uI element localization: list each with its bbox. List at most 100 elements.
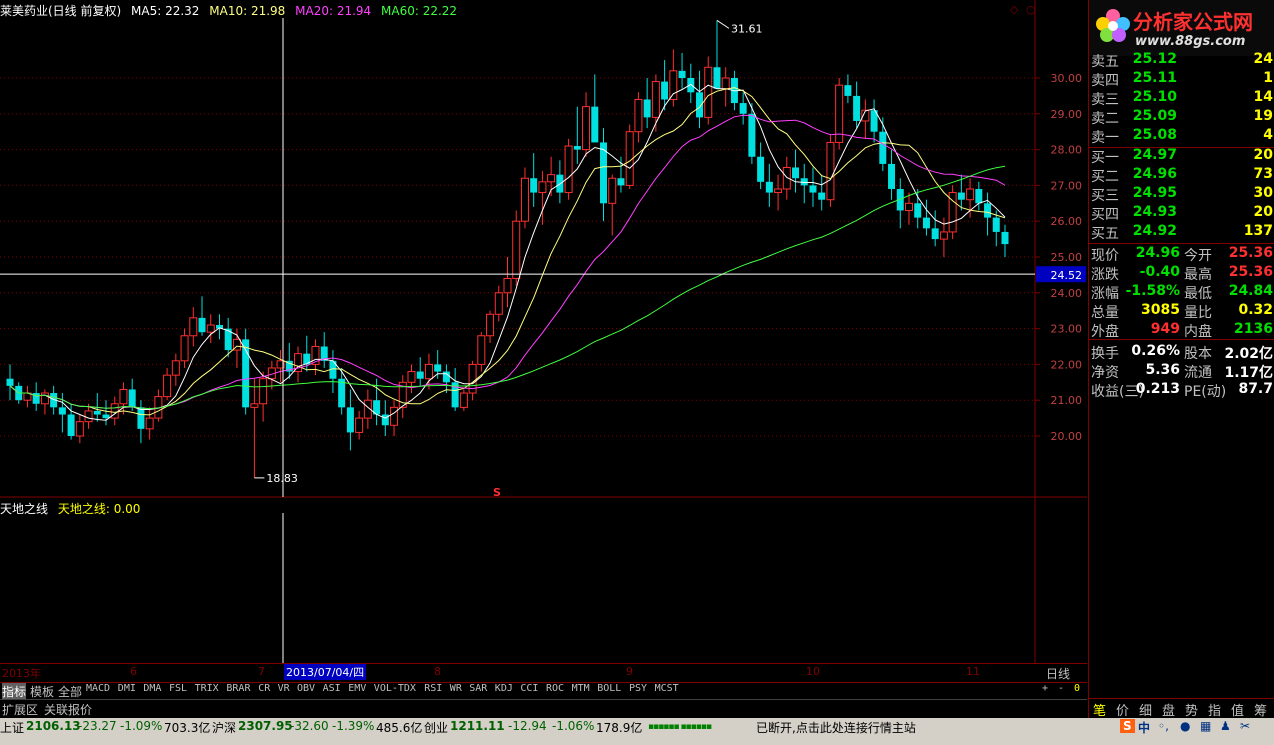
kline-chart-area[interactable]: 30.00 29.00 28.00 27.00 26.00 25.00 24.00 23.00…	[0, 0, 1087, 682]
indicator-tab-mcst[interactable]: MCST	[655, 683, 679, 694]
book-price: 24.93	[1132, 204, 1177, 220]
book-label: 买一	[1091, 150, 1119, 166]
candle-body	[888, 163, 896, 189]
sell-row[interactable]: 卖一 25.08 4	[1089, 126, 1274, 146]
period-label[interactable]: 日线	[1046, 665, 1070, 682]
candle-body	[809, 185, 817, 193]
tab-zero-button[interactable]: 0	[1074, 683, 1080, 694]
quote-row: 总量 3085 量比 0.32	[1089, 301, 1274, 321]
indicator-tab-dmi[interactable]: DMI	[118, 683, 136, 694]
indicator-tab-obv[interactable]: OBV	[297, 683, 315, 694]
sell-row[interactable]: 卖二 25.09 19	[1089, 107, 1274, 127]
ma20-value: MA20: 21.94	[295, 4, 372, 18]
indicator-tab-vol-tdx[interactable]: VOL-TDX	[374, 683, 416, 694]
sell-row[interactable]: 卖三 25.10 14	[1089, 88, 1274, 108]
site-logo: 分析家公式网 www.88gs.com	[1089, 0, 1274, 56]
indicator-tab-dma[interactable]: DMA	[143, 683, 161, 694]
ime-s-icon[interactable]: S	[1120, 719, 1135, 733]
indicator-tab-指标[interactable]: 指标	[2, 683, 27, 700]
ime-tools-icon[interactable]: ✂	[1240, 719, 1250, 733]
indicator-tab-rsi[interactable]: RSI	[424, 683, 442, 694]
restore-icon[interactable]: ◇	[1010, 3, 1018, 16]
side-tab-5[interactable]: 指	[1208, 700, 1221, 719]
side-tab-4[interactable]: 势	[1185, 700, 1198, 719]
indicator-tab-sar[interactable]: SAR	[469, 683, 487, 694]
connection-status[interactable]: 已断开,点击此处连接行情主站	[756, 719, 916, 736]
indicator-tab-boll[interactable]: BOLL	[597, 683, 621, 694]
side-tab-3[interactable]: 盘	[1162, 700, 1175, 719]
sell-row[interactable]: 卖四 25.11 1	[1089, 69, 1274, 89]
tab-plus-button[interactable]: +	[1042, 683, 1048, 694]
indicator-tab-fsl[interactable]: FSL	[169, 683, 187, 694]
indicator-tab-kdj[interactable]: KDJ	[495, 683, 513, 694]
buy-row[interactable]: 买一 24.97 20	[1089, 146, 1274, 166]
indicator-tab-cr[interactable]: CR	[258, 683, 270, 694]
ime-punct-icon[interactable]: ◦,	[1158, 719, 1169, 733]
indicator-tab-brar[interactable]: BRAR	[226, 683, 250, 694]
indicator-tab-模板[interactable]: 模板	[30, 683, 54, 700]
quote-label-2: 最低	[1184, 286, 1212, 302]
ime-mic-icon[interactable]: ●	[1180, 719, 1190, 733]
candle-body	[678, 70, 686, 78]
book-label: 卖一	[1091, 130, 1119, 146]
candle-body	[957, 192, 965, 200]
finance-value: 0.213	[1135, 381, 1180, 397]
price-axis-label: 26.00	[1051, 215, 1083, 228]
ime-user-icon[interactable]: ♟	[1220, 719, 1231, 733]
quote-label: 涨跌	[1091, 267, 1119, 283]
candle-body	[58, 407, 66, 415]
sh-index-change: -23.27	[78, 719, 117, 733]
book-label: 卖二	[1091, 111, 1119, 127]
buy-row[interactable]: 买二 24.96 73	[1089, 165, 1274, 185]
indicator-tab-全部[interactable]: 全部	[58, 683, 82, 700]
candle-body	[984, 203, 992, 218]
side-tab-2[interactable]: 细	[1139, 700, 1152, 719]
candle-body	[189, 317, 198, 337]
date-label-9: 9	[626, 665, 633, 678]
candle-body	[206, 324, 215, 333]
related-quote-tab[interactable]: 关联报价	[44, 701, 92, 718]
date-label-7: 7	[258, 665, 265, 678]
tab-minus-button[interactable]: -	[1058, 683, 1064, 694]
book-price: 25.09	[1132, 108, 1177, 124]
price-axis-label: 29.00	[1051, 108, 1083, 121]
indicator-tab-wr[interactable]: WR	[450, 683, 462, 694]
indicator-tab-mtm[interactable]: MTM	[572, 683, 590, 694]
indicator-tab-roc[interactable]: ROC	[546, 683, 564, 694]
side-tab-1[interactable]: 价	[1116, 700, 1129, 719]
candle-body	[765, 181, 773, 193]
book-divider	[1089, 147, 1274, 148]
kline-chart[interactable]: 30.00 29.00 28.00 27.00 26.00 25.00 24.00 23.00…	[0, 0, 1087, 682]
indicator-tab-cci[interactable]: CCI	[520, 683, 538, 694]
indicator-tab-psy[interactable]: PSY	[629, 683, 647, 694]
indicator-tab-emv[interactable]: EMV	[348, 683, 366, 694]
ime-cn-icon[interactable]: 中	[1138, 719, 1150, 736]
candle-body	[434, 364, 442, 372]
close-icon[interactable]: ○	[1026, 3, 1036, 16]
ext-area-tab[interactable]: 扩展区	[2, 701, 38, 718]
quote-value: 24.96	[1135, 245, 1180, 261]
sell-row[interactable]: 卖五 25.12 24	[1089, 50, 1274, 70]
book-label: 卖五	[1091, 54, 1119, 70]
candle-body	[6, 378, 14, 386]
sh-index-name: 上证	[0, 721, 25, 735]
price-axis-label: 24.00	[1051, 287, 1083, 300]
candle-body	[538, 181, 547, 194]
buy-row[interactable]: 买三 24.95 30	[1089, 184, 1274, 204]
book-volume: 137	[1243, 223, 1273, 239]
book-price: 24.96	[1132, 166, 1177, 182]
side-tab-6[interactable]: 值	[1231, 700, 1244, 719]
side-tab-7[interactable]: 筹	[1254, 700, 1267, 719]
buy-row[interactable]: 买四 24.93 20	[1089, 203, 1274, 223]
candle-body	[713, 67, 721, 89]
indicator-tab-trix[interactable]: TRIX	[195, 683, 219, 694]
ime-keyboard-icon[interactable]: ▦	[1200, 719, 1211, 733]
indicator-tab-asi[interactable]: ASI	[323, 683, 341, 694]
quote-label: 现价	[1091, 248, 1119, 264]
crosshair-price-label: 24.52	[1051, 269, 1083, 282]
candle-body	[774, 188, 783, 194]
indicator-tab-vr[interactable]: VR	[278, 683, 290, 694]
buy-row[interactable]: 买五 24.92 137	[1089, 222, 1274, 242]
side-tab-0[interactable]: 笔	[1093, 700, 1106, 719]
indicator-tab-macd[interactable]: MACD	[86, 683, 110, 694]
